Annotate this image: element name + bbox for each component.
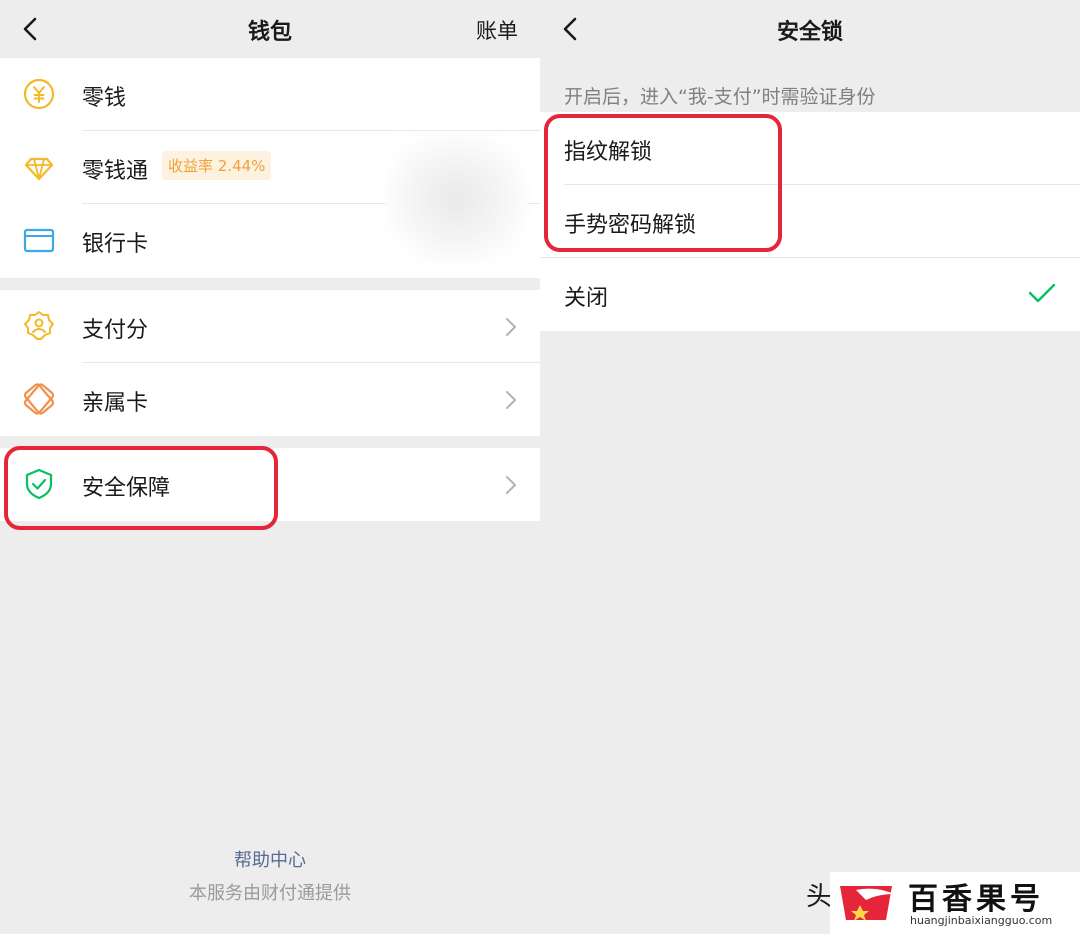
wallet-screen: 钱包 账单 零钱 零钱通 收益率 2.44% 银行卡 支付分 亲属卡 安全保障 … [0,0,540,934]
pay-score-icon [24,311,54,340]
option-label: 关闭 [564,286,609,311]
watermark-brand: 百香果号 [908,882,1044,917]
watermark-domain: huangjinbaixiangguo.com [910,914,1053,927]
yield-rate-badge: 收益率 2.44% [162,151,272,180]
wallet-group-services: 支付分 亲属卡 [0,290,540,436]
security-lock-screen: 安全锁 开启后，进入“我-支付”时需验证身份 指纹解锁 手势密码解锁 关闭 [540,0,1080,934]
wallet-item-label: 零钱通 [82,159,149,184]
chevron-right-icon [506,391,516,409]
chevron-right-icon [506,318,516,336]
diamond-icon [24,157,54,181]
lock-hint-text: 开启后，进入“我-支付”时需验证身份 [564,86,876,108]
wallet-group-balance: 零钱 零钱通 收益率 2.44% 银行卡 [0,58,540,278]
security-nav-bar: 安全锁 [540,0,1080,58]
watermark-prefix: 头 [806,882,833,912]
wallet-item-label: 支付分 [82,318,149,343]
yuan-coin-icon [23,78,55,110]
brand-logo-icon [840,886,894,921]
highlight-box [544,114,782,252]
page-title: 钱包 [247,20,292,45]
wallet-item-family-card[interactable]: 亲属卡 [0,363,540,436]
help-center-link[interactable]: 帮助中心 [0,846,540,872]
chevron-right-icon [506,476,516,494]
blurred-balance-area [385,133,528,265]
bill-button[interactable]: 账单 [476,15,518,45]
checkmark-icon [1028,283,1056,303]
page-title: 安全锁 [776,20,843,45]
wallet-item-label: 零钱 [82,86,127,111]
watermark: 百香果号 huangjinbaixiangguo.com [830,872,1080,934]
wallet-item-label: 银行卡 [82,232,149,257]
wallet-item-change[interactable]: 零钱 [0,58,540,131]
wallet-nav-bar: 钱包 账单 [0,0,540,58]
highlight-box [4,446,278,530]
option-off[interactable]: 关闭 [540,258,1080,331]
bank-card-icon [23,228,55,253]
wallet-item-label: 亲属卡 [82,391,149,416]
family-card-icon [23,383,55,415]
wallet-item-pay-score[interactable]: 支付分 [0,290,540,363]
provider-note: 本服务由财付通提供 [189,883,351,904]
